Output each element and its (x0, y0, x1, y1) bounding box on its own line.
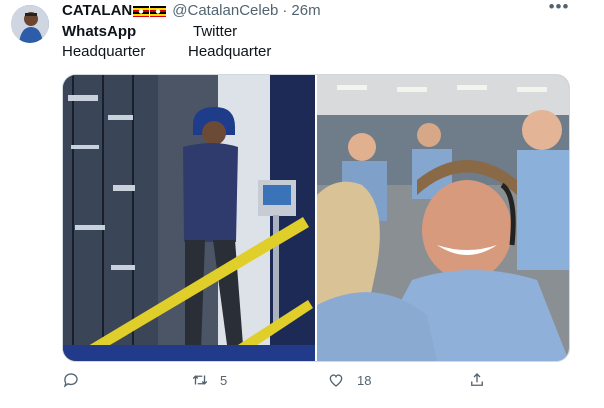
like-count: 18 (357, 372, 372, 388)
reply-icon (63, 373, 78, 388)
tweet-text-line-2-right: Headquarter (188, 43, 272, 60)
like-button[interactable]: 18 (327, 371, 371, 389)
user-handle[interactable]: @CatalanCeleb (172, 2, 278, 19)
share-button[interactable] (468, 371, 486, 389)
tweet-media[interactable] (62, 74, 570, 362)
tweet-text-line-1-right: Twitter (193, 23, 238, 40)
mission-control-celebration-photo[interactable] (317, 75, 569, 361)
timestamp[interactable]: 26m (291, 2, 320, 19)
data-center-photo[interactable] (63, 75, 315, 361)
display-name[interactable]: CATALAN (62, 2, 132, 19)
tweet-text-line-2-left: Headquarter (62, 43, 146, 60)
separator-dot: · (282, 1, 288, 19)
more-options-icon[interactable]: ••• (548, 0, 570, 20)
heart-icon (329, 374, 343, 387)
reply-button[interactable] (62, 371, 88, 389)
tweet-text-line-1-left: WhatsApp (62, 23, 137, 40)
retweet-count: 5 (220, 372, 228, 388)
retweet-icon (192, 375, 208, 385)
tweet-header: CATALAN @CatalanCeleb · 26m (62, 0, 321, 20)
retweet-button[interactable]: 5 (191, 371, 227, 389)
flag-icon (150, 5, 167, 17)
share-icon (471, 373, 483, 386)
flag-icon (133, 5, 150, 17)
avatar[interactable] (11, 5, 49, 43)
